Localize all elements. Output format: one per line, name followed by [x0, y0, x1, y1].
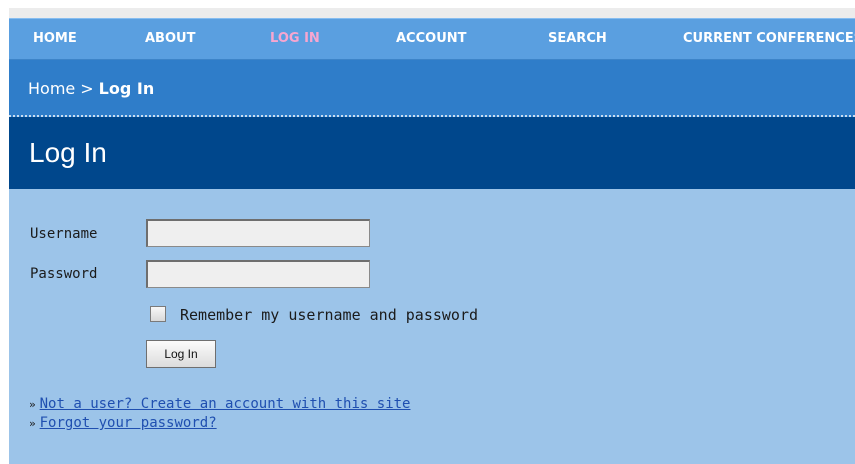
nav-about[interactable]: ABOUT — [145, 19, 195, 59]
bullet-icon: » — [29, 417, 36, 430]
nav-home[interactable]: HOME — [33, 19, 77, 59]
title-bar: Log In — [9, 117, 855, 189]
nav-current-conferences[interactable]: CURRENT CONFERENCES — [683, 19, 855, 59]
remember-checkbox[interactable] — [150, 306, 166, 322]
nav-log-in[interactable]: LOG IN — [270, 19, 320, 59]
bullet-icon: » — [29, 398, 36, 411]
password-input[interactable] — [146, 260, 370, 288]
remember-label: Remember my username and password — [180, 306, 479, 324]
main-navigation: HOME ABOUT LOG IN ACCOUNT SEARCH CURRENT… — [9, 18, 855, 60]
breadcrumb-bar: Home > Log In — [9, 60, 855, 117]
create-account-link[interactable]: Not a user? Create an account with this … — [40, 396, 411, 412]
breadcrumb: Home > Log In — [28, 60, 154, 118]
forgot-password-row: » Forgot your password? — [29, 415, 217, 431]
nav-account[interactable]: ACCOUNT — [396, 19, 467, 59]
username-input[interactable] — [146, 219, 370, 247]
log-in-button[interactable]: Log In — [146, 340, 216, 368]
breadcrumb-current: Log In — [98, 79, 155, 98]
create-account-row: » Not a user? Create an account with this… — [29, 396, 411, 412]
login-form-area: Username Password Remember my username a… — [9, 189, 855, 464]
breadcrumb-home[interactable]: Home — [28, 79, 75, 98]
username-label: Username — [30, 226, 98, 242]
password-label: Password — [30, 266, 98, 282]
forgot-password-link[interactable]: Forgot your password? — [40, 415, 217, 431]
page-title: Log In — [29, 137, 107, 168]
breadcrumb-separator: > — [80, 79, 94, 98]
nav-search[interactable]: SEARCH — [548, 19, 607, 59]
